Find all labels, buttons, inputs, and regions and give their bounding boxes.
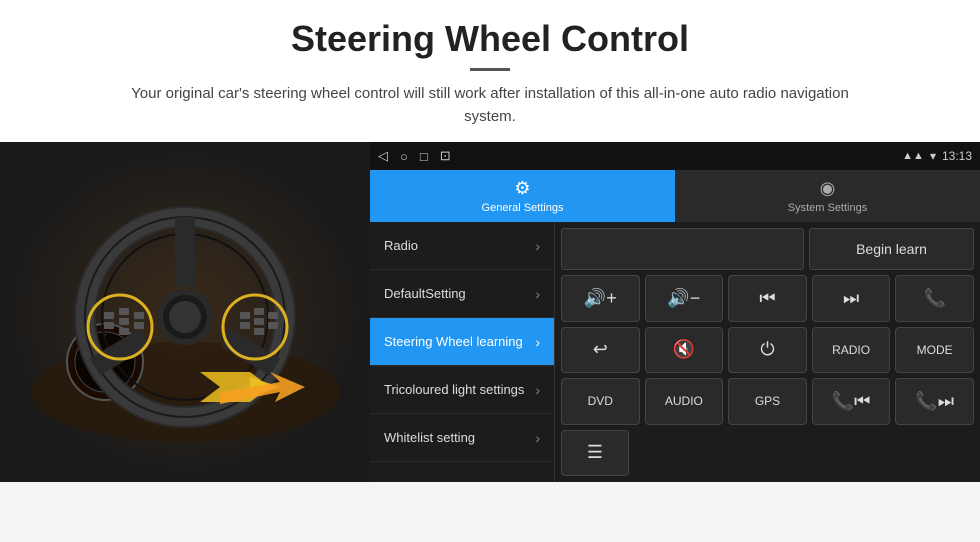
radio-label: RADIO [832, 343, 870, 357]
audio-label: AUDIO [665, 394, 703, 408]
power-button[interactable]: ⏻ [728, 327, 807, 374]
nav-extra-icon[interactable]: ⊡ [440, 148, 451, 164]
chevron-icon: › [535, 430, 540, 446]
volume-down-icon: 🔊− [667, 288, 700, 309]
menu-item-default-label: DefaultSetting [384, 286, 466, 301]
main-content: km/h [0, 142, 980, 482]
volume-down-button[interactable]: 🔊− [645, 275, 724, 322]
phone-next-button[interactable]: 📞⏭ [895, 378, 974, 425]
volume-up-icon: 🔊+ [584, 288, 617, 309]
phone-button[interactable]: 📞 [895, 275, 974, 322]
nav-home-icon[interactable]: ○ [400, 149, 408, 164]
content-area: Radio › DefaultSetting › Steering Wheel … [370, 222, 980, 482]
menu-item-whitelist-label: Whitelist setting [384, 430, 475, 445]
chevron-icon: › [535, 334, 540, 350]
menu-button[interactable]: ☰ [561, 430, 629, 477]
hang-up-button[interactable]: ↩ [561, 327, 640, 374]
gps-button[interactable]: GPS [728, 378, 807, 425]
menu-item-steering-label: Steering Wheel learning [384, 334, 523, 349]
menu-item-radio-label: Radio [384, 238, 418, 253]
steering-wheel-image: km/h [0, 142, 370, 482]
radio-button[interactable]: RADIO [812, 327, 891, 374]
tab-general[interactable]: ⚙ General Settings [370, 170, 675, 222]
phone-icon: 📞 [923, 288, 945, 309]
btn-row-2: ↩ 🔇 ⏻ RADIO MODE [561, 327, 974, 374]
steering-wheel-svg: km/h [25, 172, 345, 452]
btn-row-3: DVD AUDIO GPS 📞⏮ 📞⏭ [561, 378, 974, 425]
begin-learn-button[interactable]: Begin learn [809, 228, 974, 270]
begin-learn-row: Begin learn [561, 228, 974, 270]
status-indicators: ▲▲ ▾ 13:13 [902, 149, 972, 163]
menu-item-whitelist[interactable]: Whitelist setting › [370, 414, 554, 462]
audio-button[interactable]: AUDIO [645, 378, 724, 425]
prev-track-icon: ⏮ [759, 288, 775, 309]
system-settings-icon: ◉ [820, 178, 836, 199]
input-field[interactable] [561, 228, 804, 270]
nav-buttons: ◁ ○ □ ⊡ [378, 148, 451, 164]
chevron-icon: › [535, 286, 540, 302]
android-panel: ◁ ○ □ ⊡ ▲▲ ▾ 13:13 ⚙ General Settings ◉ … [370, 142, 980, 482]
nav-recent-icon[interactable]: □ [420, 149, 428, 164]
tab-system[interactable]: ◉ System Settings [675, 170, 980, 222]
page-header: Steering Wheel Control Your original car… [0, 0, 980, 142]
menu-item-default-setting[interactable]: DefaultSetting › [370, 270, 554, 318]
wifi-icon: ▾ [930, 149, 936, 163]
btn-row-1: 🔊+ 🔊− ⏮ ⏭ 📞 [561, 275, 974, 322]
dvd-label: DVD [588, 394, 613, 408]
begin-learn-label: Begin learn [856, 241, 927, 257]
nav-back-icon[interactable]: ◁ [378, 148, 388, 164]
phone-prev-button[interactable]: 📞⏮ [812, 378, 891, 425]
mute-icon: 🔇 [673, 339, 695, 360]
chevron-icon: › [535, 382, 540, 398]
menu-icon: ☰ [587, 442, 603, 463]
chevron-icon: › [535, 238, 540, 254]
title-divider [470, 68, 510, 71]
control-panel: Begin learn 🔊+ 🔊− ⏮ [555, 222, 980, 482]
volume-up-button[interactable]: 🔊+ [561, 275, 640, 322]
clock: 13:13 [942, 149, 972, 163]
mode-button[interactable]: MODE [895, 327, 974, 374]
phone-prev-icon: 📞⏮ [832, 391, 871, 412]
hang-up-icon: ↩ [593, 339, 608, 360]
menu-item-steering-wheel[interactable]: Steering Wheel learning › [370, 318, 554, 366]
menu-item-radio[interactable]: Radio › [370, 222, 554, 270]
signal-icon: ▲▲ [902, 150, 924, 162]
btn-row-4: ☰ [561, 430, 974, 477]
tab-general-label: General Settings [482, 202, 564, 214]
mute-button[interactable]: 🔇 [645, 327, 724, 374]
phone-next-icon: 📞⏭ [915, 391, 954, 412]
next-track-icon: ⏭ [843, 288, 859, 309]
tab-bar: ⚙ General Settings ◉ System Settings [370, 170, 980, 222]
status-bar: ◁ ○ □ ⊡ ▲▲ ▾ 13:13 [370, 142, 980, 170]
mode-label: MODE [917, 343, 953, 357]
next-track-button[interactable]: ⏭ [812, 275, 891, 322]
gps-label: GPS [755, 394, 780, 408]
page-subtitle: Your original car's steering wheel contr… [130, 83, 850, 128]
tab-system-label: System Settings [788, 202, 867, 214]
power-icon: ⏻ [760, 339, 774, 360]
menu-item-tricoloured[interactable]: Tricoloured light settings › [370, 366, 554, 414]
general-settings-icon: ⚙ [514, 178, 530, 199]
settings-menu: Radio › DefaultSetting › Steering Wheel … [370, 222, 555, 482]
controls-grid: 🔊+ 🔊− ⏮ ⏭ 📞 [561, 275, 974, 476]
page-title: Steering Wheel Control [20, 18, 960, 60]
dvd-button[interactable]: DVD [561, 378, 640, 425]
prev-track-button[interactable]: ⏮ [728, 275, 807, 322]
menu-item-tricoloured-label: Tricoloured light settings [384, 382, 524, 397]
